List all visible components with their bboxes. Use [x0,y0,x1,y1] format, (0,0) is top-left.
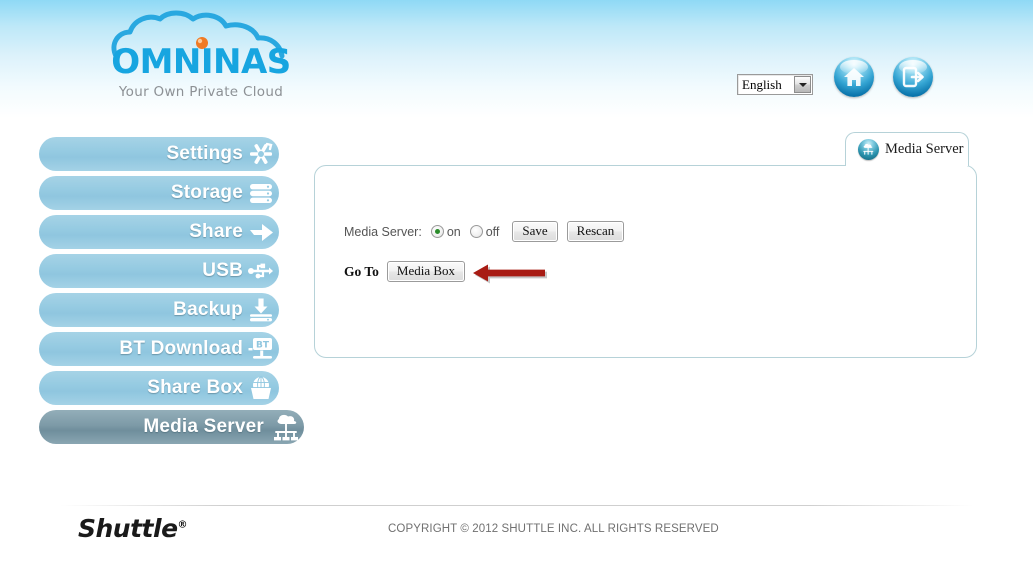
page-header: OMNINAS Your Own Private Cloud English [0,0,1033,118]
home-icon [844,68,864,86]
rescan-button[interactable]: Rescan [566,221,625,242]
backup-icon [250,298,272,322]
sidebar-nav: Settings Storage Share USB Backup BT Dow… [39,137,309,449]
sidebar-item-bt-download[interactable]: BT Download BT [39,332,279,366]
sidebar-item-label: Share Box [147,377,243,398]
storage-icon [250,184,272,203]
sidebar-item-settings[interactable]: Settings [39,137,279,171]
media-server-radio-off-label: off [485,224,500,239]
sidebar-item-label: BT Download [119,338,243,359]
shuttle-logo: Shuttle® [78,514,188,543]
usb-icon [248,263,273,279]
sidebar-item-label: Media Server [143,416,264,437]
media-server-glyph-icon [863,143,874,155]
media-box-button[interactable]: Media Box [386,261,466,282]
sidebar-item-media-server[interactable]: Media Server [39,410,304,444]
media-server-tab-icon [858,139,879,160]
share-arrow-icon [250,224,273,241]
sidebar-item-share[interactable]: Share [39,215,279,249]
copyright-text: COPYRIGHT © 2012 SHUTTLE INC. ALL RIGHTS… [388,523,719,535]
sidebar-item-label: Storage [170,182,243,203]
goto-label: Go To [344,263,379,279]
sidebar-item-share-box[interactable]: Share Box [39,371,279,405]
logo-tagline: Your Own Private Cloud [118,84,284,100]
share-box-icon [251,376,271,399]
sidebar-item-label: USB [202,260,243,281]
chevron-down-icon[interactable] [794,76,811,93]
bt-download-icon: BT [248,338,272,359]
footer-divider [60,505,973,506]
shuttle-logo-text: Shuttle [78,514,178,543]
tab-panel-joiner [847,163,967,168]
sidebar-item-usb[interactable]: USB [39,254,279,288]
media-server-setting-row: Media Server: on off Save Rescan [344,221,625,242]
goto-row: Go To Media Box [344,261,466,282]
tab-media-server[interactable]: Media Server [845,132,969,166]
sidebar-item-label: Share [189,221,243,242]
tab-media-server-label: Media Server [885,141,964,157]
save-button[interactable]: Save [512,221,558,242]
logo-wordmark: OMNINAS [111,42,291,82]
language-select[interactable]: English [737,74,813,95]
omninas-logo: OMNINAS Your Own Private Cloud [108,8,294,104]
sidebar-item-backup[interactable]: Backup [39,293,279,327]
svg-text:BT: BT [256,341,270,351]
language-select-value: English [742,77,782,92]
home-button[interactable] [834,57,874,97]
logout-icon [902,66,924,88]
media-server-label: Media Server: [344,224,422,239]
media-server-radio-on[interactable] [430,225,444,238]
settings-icon [250,142,273,164]
media-server-icon [274,414,298,441]
media-server-radio-off[interactable] [469,225,483,238]
sidebar-item-label: Backup [173,299,243,320]
media-server-radio-on-label: on [446,224,461,239]
sidebar-item-label: Settings [166,143,243,164]
media-server-panel: Media Server: on off Save Rescan Go To M… [314,165,977,358]
logout-button[interactable] [893,57,933,97]
red-arrow-pointer-icon [473,264,547,284]
registered-mark-icon: ® [177,519,188,531]
sidebar-item-storage[interactable]: Storage [39,176,279,210]
